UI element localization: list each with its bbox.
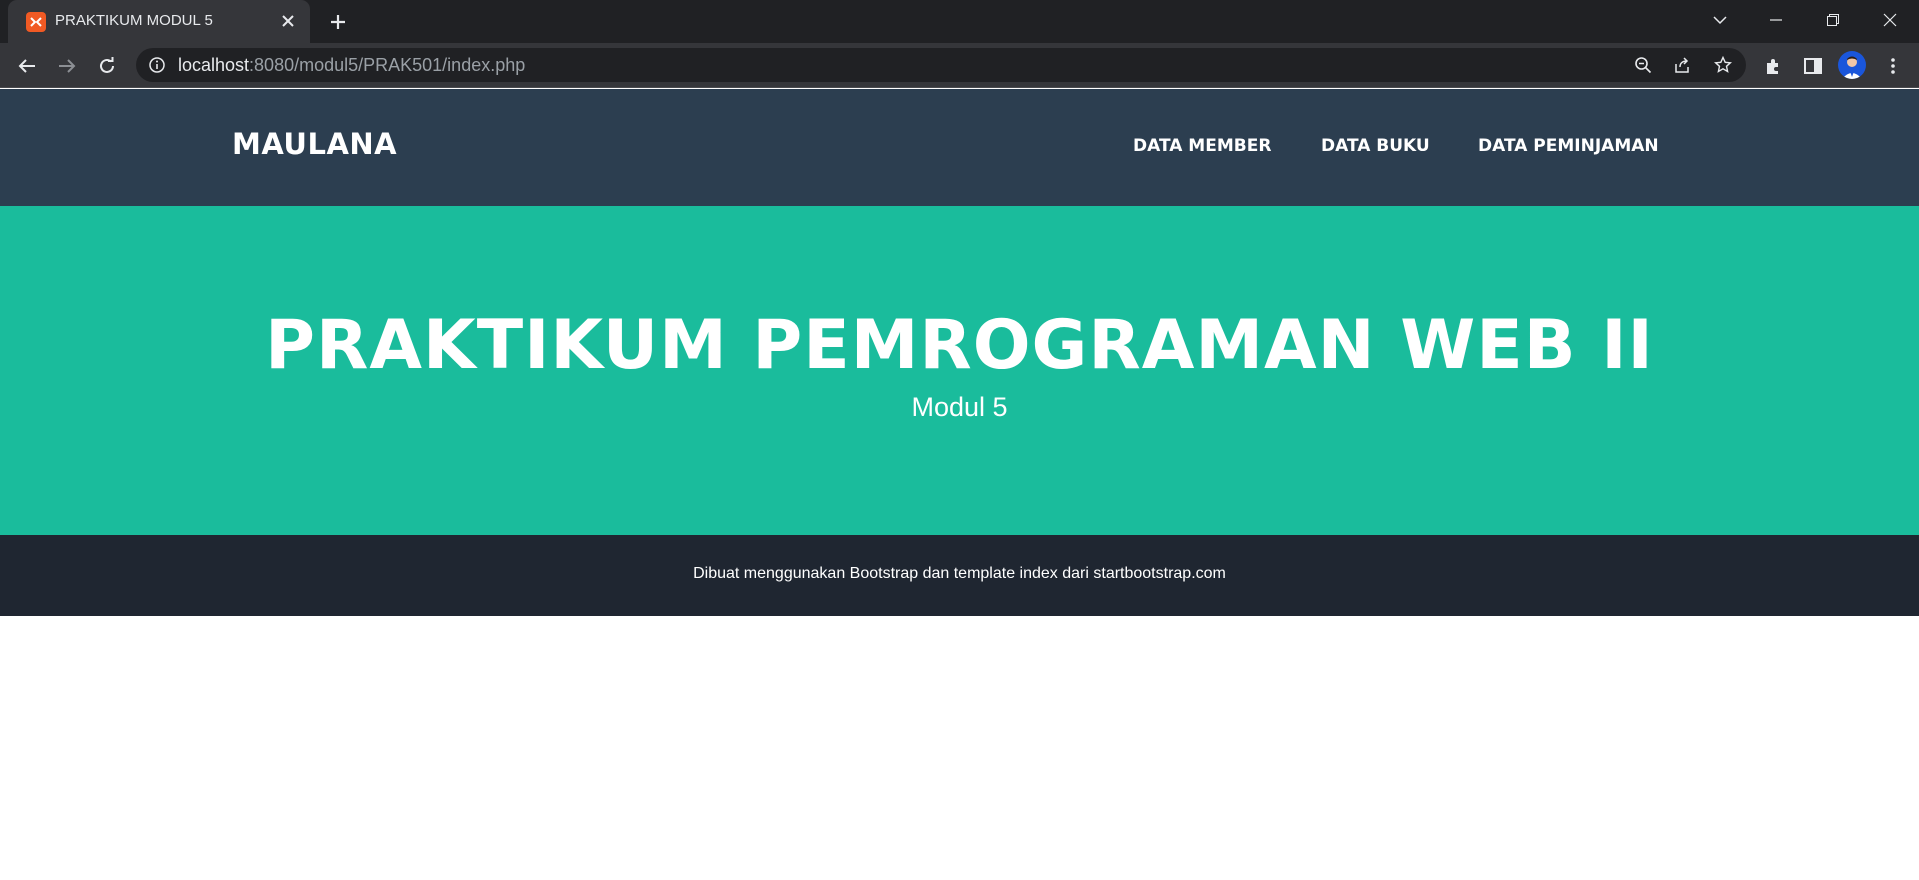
profile-avatar-icon[interactable] bbox=[1838, 51, 1866, 79]
address-bar[interactable]: localhost:8080/modul5/PRAK501/index.php bbox=[136, 48, 1746, 82]
browser-tab-bar: PRAKTIKUM MODUL 5 bbox=[0, 0, 1919, 43]
forward-arrow-icon[interactable] bbox=[52, 51, 82, 81]
close-icon[interactable] bbox=[276, 9, 300, 33]
share-icon[interactable] bbox=[1672, 54, 1694, 76]
tab-title: PRAKTIKUM MODUL 5 bbox=[55, 12, 213, 29]
kebab-menu-icon[interactable] bbox=[1880, 53, 1906, 79]
navbar-brand[interactable]: MAULANA bbox=[232, 127, 397, 161]
nav-link-data-member[interactable]: DATA MEMBER bbox=[1133, 136, 1271, 156]
back-arrow-icon[interactable] bbox=[12, 51, 42, 81]
hero-subtitle: Modul 5 bbox=[911, 392, 1008, 422]
url-path: :8080/modul5/PRAK501/index.php bbox=[249, 55, 526, 75]
reload-icon[interactable] bbox=[92, 51, 122, 81]
hero-title: PRAKTIKUM PEMROGRAMAN WEB II bbox=[265, 306, 1654, 385]
side-panel-icon[interactable] bbox=[1800, 53, 1826, 79]
window-close-icon[interactable] bbox=[1862, 0, 1918, 40]
extensions-icon[interactable] bbox=[1760, 53, 1786, 79]
star-icon[interactable] bbox=[1712, 54, 1734, 76]
nav-link-data-peminjaman[interactable]: DATA PEMINJAMAN bbox=[1478, 136, 1659, 156]
site-navbar: MAULANA DATA MEMBER DATA BUKU DATA PEMIN… bbox=[0, 89, 1919, 206]
minimize-icon[interactable] bbox=[1748, 0, 1804, 40]
xampp-favicon-icon bbox=[26, 12, 46, 32]
info-icon[interactable] bbox=[148, 56, 166, 74]
browser-tab[interactable]: PRAKTIKUM MODUL 5 bbox=[8, 0, 310, 43]
zoom-out-icon[interactable] bbox=[1632, 54, 1654, 76]
plus-icon[interactable] bbox=[325, 9, 351, 35]
site-footer: Dibuat menggunakan Bootstrap dan templat… bbox=[0, 535, 1919, 616]
url-host: localhost bbox=[178, 55, 250, 75]
nav-link-data-buku[interactable]: DATA BUKU bbox=[1321, 136, 1430, 156]
restore-icon[interactable] bbox=[1805, 0, 1861, 40]
chevron-down-icon[interactable] bbox=[1692, 0, 1748, 40]
browser-toolbar: localhost:8080/modul5/PRAK501/index.php bbox=[0, 43, 1919, 88]
footer-text: Dibuat menggunakan Bootstrap dan templat… bbox=[693, 565, 1226, 582]
hero-section: PRAKTIKUM PEMROGRAMAN WEB II Modul 5 bbox=[0, 206, 1919, 535]
url-text[interactable]: localhost:8080/modul5/PRAK501/index.php bbox=[178, 55, 525, 76]
